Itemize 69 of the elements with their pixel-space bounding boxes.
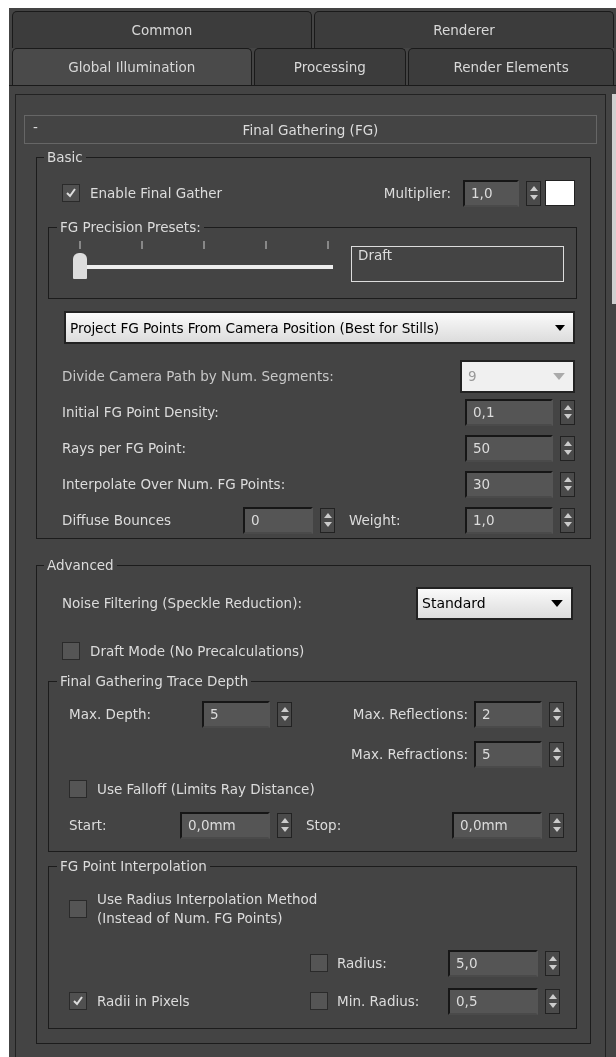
spinner-button[interactable] <box>560 435 575 461</box>
number-field[interactable]: 0,0mm <box>452 811 542 839</box>
slider-thumb[interactable] <box>73 253 87 279</box>
field-label: Diffuse Bounces <box>62 512 173 528</box>
field-label: Multiplier: <box>383 185 451 201</box>
caret-icon <box>555 324 565 331</box>
number-field[interactable]: 0,5 <box>448 987 538 1015</box>
number-field[interactable]: 50 <box>465 434 553 462</box>
group-label: Final Gathering Trace Depth <box>59 673 250 689</box>
spinner-button[interactable] <box>560 471 575 497</box>
noise-dropdown[interactable]: Standard <box>416 586 573 620</box>
spinner-button[interactable] <box>549 741 564 767</box>
field-label: Stop: <box>306 817 342 833</box>
checkbox-label: Draft Mode (No Precalculations) <box>90 643 305 659</box>
checkbox-label: Use Falloff (Limits Ray Distance) <box>97 781 315 797</box>
field-label: Max. Depth: <box>69 706 153 722</box>
field-label: Max. Reflections: <box>352 706 468 722</box>
checkbox-label: Radii in Pixels <box>97 993 191 1009</box>
mode-dropdown[interactable]: Project FG Points From Camera Position (Best for Stills) <box>64 311 575 344</box>
field-label: Weight: <box>349 512 401 528</box>
spinner-button[interactable] <box>560 507 575 533</box>
scrollbar[interactable] <box>612 94 616 304</box>
tab[interactable]: Renderer <box>314 11 614 48</box>
number-field[interactable]: 0,0mm <box>180 811 270 839</box>
rollout-header[interactable]: - Final Gathering (FG) <box>24 115 597 144</box>
number-field[interactable]: 0 <box>243 506 313 534</box>
spinner-button[interactable] <box>277 812 292 838</box>
check-icon <box>72 995 84 1007</box>
spinner-button[interactable] <box>549 701 564 727</box>
number-field[interactable]: 5 <box>202 700 270 728</box>
number-field[interactable]: 2 <box>474 700 542 728</box>
checkbox-label: Enable Final Gather <box>90 185 223 201</box>
tab[interactable]: Processing <box>253 48 407 85</box>
color-swatch[interactable] <box>545 180 575 206</box>
number-field[interactable]: 5 <box>474 740 542 768</box>
number-field[interactable]: 1,0 <box>465 506 553 534</box>
tab[interactable]: Common <box>12 11 312 48</box>
spinner-button[interactable] <box>545 950 560 976</box>
spinner-button[interactable] <box>277 701 292 727</box>
checkbox-label: Radius: <box>337 955 388 971</box>
multiplier-field[interactable]: 1,0 <box>463 179 519 207</box>
field-label: Noise Filtering (Speckle Reduction): <box>62 595 302 611</box>
checkbox-label: Min. Radius: <box>337 993 421 1009</box>
number-field[interactable]: 0,1 <box>465 398 553 426</box>
checkbox-box[interactable] <box>62 184 80 202</box>
number-field[interactable]: 5,0 <box>448 949 538 977</box>
number-field[interactable]: 30 <box>465 470 553 498</box>
field-label: Initial FG Point Density: <box>62 404 219 420</box>
spinner-button[interactable] <box>545 988 560 1014</box>
field-label: Divide Camera Path by Num. Segments: <box>62 368 334 384</box>
group-label: Advanced <box>46 557 115 573</box>
group-label: FG Point Interpolation <box>59 858 208 874</box>
tab[interactable]: Global Illumination <box>12 48 252 85</box>
preset-value: Draft <box>351 245 564 282</box>
field-label: Interpolate Over Num. FG Points: <box>62 476 286 492</box>
spinner-button[interactable] <box>549 812 564 838</box>
spinner-button[interactable] <box>526 180 541 206</box>
field-label: Max. Refractions: <box>351 746 468 762</box>
spinner-button[interactable] <box>560 399 575 425</box>
checkbox-label: Use Radius Interpolation Method (Instead of Num. FG Points) <box>97 890 318 928</box>
caret-icon <box>551 599 563 607</box>
group-label: FG Precision Presets: <box>59 219 202 235</box>
tab[interactable]: Render Elements <box>408 48 614 85</box>
field-label: Start: <box>69 817 108 833</box>
check-icon <box>65 187 77 199</box>
field-label: Rays per FG Point: <box>62 440 186 456</box>
group-label: Basic <box>46 149 84 165</box>
spinner-button[interactable] <box>320 507 335 533</box>
caret-icon <box>553 372 565 380</box>
